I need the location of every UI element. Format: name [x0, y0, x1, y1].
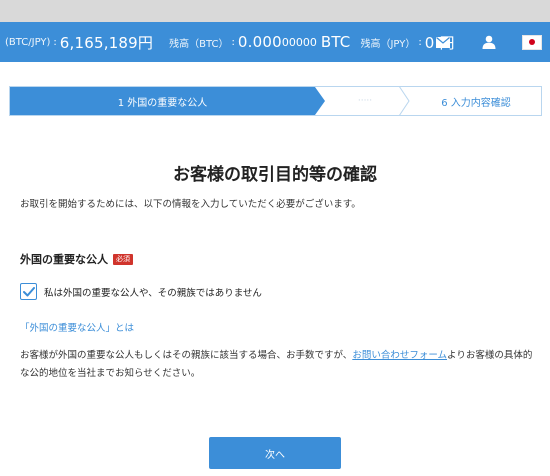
btc-price: 6,165,189円	[59, 33, 154, 52]
required-badge: 必須	[113, 253, 133, 265]
jpy-balance-separator: :	[418, 36, 422, 48]
contact-form-link[interactable]: お問い合わせフォーム	[352, 350, 447, 361]
chevron-right-icon	[398, 86, 410, 116]
next-button[interactable]: 次へ	[209, 437, 341, 469]
checkmark-icon	[22, 286, 35, 296]
step-confirm: 6 入力内容確認	[441, 97, 511, 109]
pep-checkbox[interactable]	[20, 283, 37, 300]
pep-notice: お客様が外国の重要な公人もしくはその親族に該当する場合、お手数ですが、お問い合わ…	[20, 347, 535, 383]
pep-section-heading: 外国の重要な公人 必須	[20, 251, 133, 267]
user-icon[interactable]	[474, 22, 504, 62]
pep-definition-link[interactable]: 「外国の重要な公人」とは	[20, 320, 134, 334]
mail-icon[interactable]	[428, 22, 458, 62]
page-title: お客様の取引目的等の確認	[173, 165, 377, 185]
jpy-balance-label: 残高（JPY）	[360, 38, 416, 50]
pair-label: (BTC/JPY)	[5, 36, 51, 48]
step-arrow	[315, 87, 325, 115]
japan-flag-icon[interactable]	[517, 22, 547, 62]
btc-balance-main: 0.000	[237, 33, 282, 51]
intro-text: お取引を開始するためには、以下の情報を入力していただく必要がございます。	[20, 199, 361, 210]
step-dots: ·····	[357, 96, 373, 106]
pep-checkbox-row[interactable]: 私は外国の重要な公人や、その親族ではありません	[20, 283, 262, 300]
price-separator: :	[53, 36, 57, 48]
japan-flag	[522, 34, 542, 50]
progress-stepper: 1 外国の重要な公人 ····· 6 入力内容確認	[9, 86, 542, 116]
btc-balance-separator: :	[231, 36, 235, 48]
header-bar: (BTC/JPY) : 6,165,189円 残高（BTC） : 0.000 00…	[0, 22, 550, 62]
btc-unit: BTC	[320, 33, 351, 51]
browser-top-strip	[0, 0, 550, 22]
pep-heading-text: 外国の重要な公人	[20, 253, 108, 266]
btc-balance-digits: 00000	[281, 35, 317, 49]
notice-text-before: お客様が外国の重要な公人もしくはその親族に該当する場合、お手数ですが、	[20, 350, 353, 361]
step-pep-active: 1 外国の重要な公人	[10, 87, 315, 115]
pep-checkbox-label[interactable]: 私は外国の重要な公人や、その親族ではありません	[44, 285, 262, 299]
btc-balance-label: 残高（BTC）	[169, 38, 229, 50]
